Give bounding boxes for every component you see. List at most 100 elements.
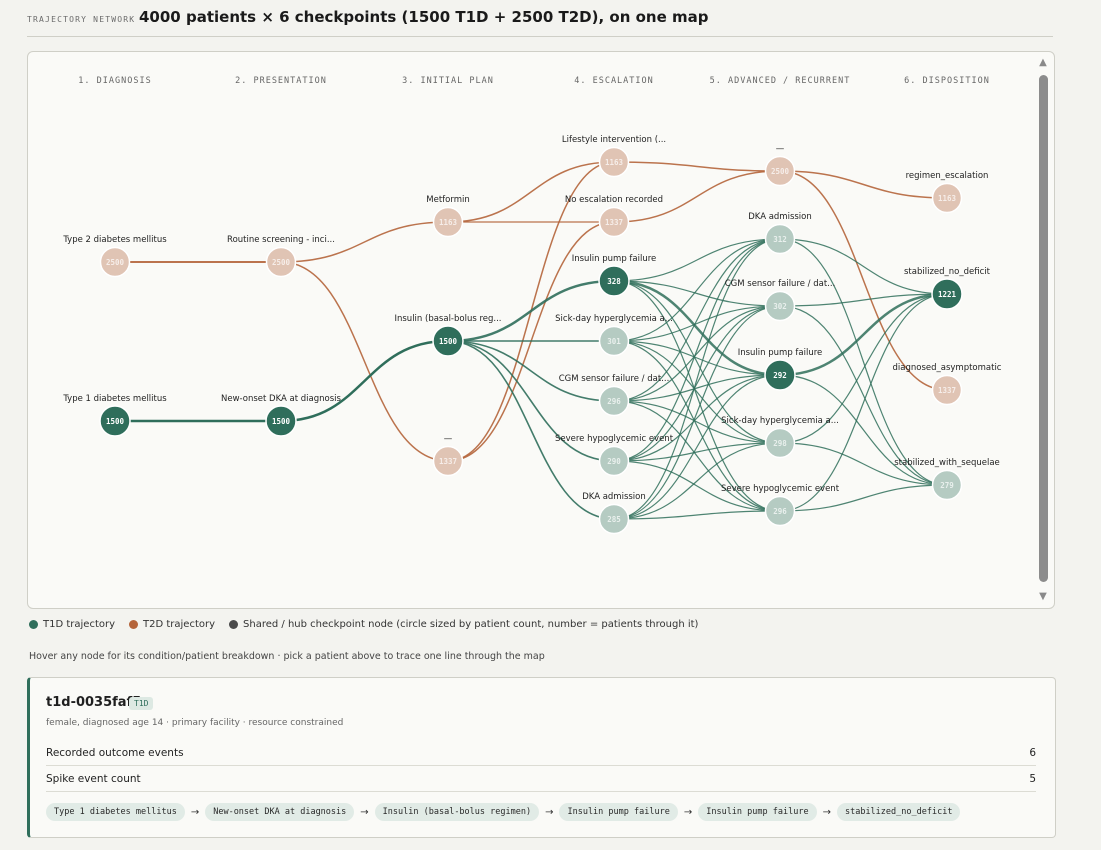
column-header: 3. INITIAL PLAN [402,76,494,86]
t1d-edge [447,340,615,402]
node-label: New-onset DKA at diagnosis [221,394,342,404]
node-count: 312 [773,235,787,244]
column-header: 1. DIAGNOSIS [78,76,151,86]
node-count: 290 [607,457,621,466]
trajectory-map: 1. DIAGNOSIS 2. PRESENTATION 3. INITIAL PL… [27,51,1055,609]
t1d-edge [447,279,615,343]
node-label: Sick-day hyperglycemia a... [555,314,673,324]
path-chip[interactable]: Insulin (basal-bolus regimen) [374,803,540,821]
node-count: 302 [773,302,787,311]
node-count: 296 [607,397,621,406]
node-label: Lifestyle intervention (... [562,135,666,145]
patient-card: t1d-0035faf5 T1D female, diagnosed age 1… [27,677,1056,838]
stat-value: 6 [1029,747,1036,759]
node-count: 1163 [938,194,957,203]
path-chip[interactable]: Insulin pump failure [559,803,678,821]
node-label: DKA admission [582,492,646,502]
patient-meta: female, diagnosed age 14 · primary facil… [46,718,344,728]
patient-type-badge: T1D [129,697,154,710]
legend-label-t2d: T2D trajectory [143,619,216,630]
node-count: 298 [773,439,787,448]
node-count: 1500 [439,337,458,346]
arrow-icon: → [822,806,831,818]
stat-row: Recorded outcome events 6 [46,743,1036,766]
legend-item-t2d: T2D trajectory [129,619,215,630]
node-count: 1337 [938,386,956,395]
column-header: 5. ADVANCED / RECURRENT [710,76,851,86]
t2d-edge [280,261,449,462]
scroll-up-arrow[interactable]: ▲ [1036,57,1050,69]
path-chip[interactable]: New-onset DKA at diagnosis [205,803,355,821]
legend-label-hub: Shared / hub checkpoint node (circle siz… [243,619,699,630]
stat-label: Spike event count [46,773,141,785]
node-label: stabilized_with_sequelae [894,458,1000,468]
node-label: Routine screening - inci... [227,235,335,245]
column-header: 4. ESCALATION [574,76,654,86]
arrow-icon: → [545,806,554,818]
t1d-edge [280,339,449,423]
node-label: No escalation recorded [565,195,663,205]
legend-label-t1d: T1D trajectory [43,619,116,630]
t1d-edge [779,374,948,486]
scrollbar-thumb[interactable] [1039,75,1048,582]
node-label: Severe hypoglycemic event [555,434,674,444]
node-label: Type 1 diabetes mellitus [62,394,167,404]
node-label: CGM sensor failure / dat... [725,279,836,289]
trajectory-network-svg: 1. DIAGNOSIS 2. PRESENTATION 3. INITIAL PL… [62,76,1002,535]
patient-path: Type 1 diabetes mellitus → New-onset DKA… [46,803,961,821]
legend-item-hub: Shared / hub checkpoint node (circle siz… [229,619,698,630]
node-label: Insulin (basal-bolus reg... [394,314,501,324]
node-label: diagnosed_asymptomatic [893,363,1002,373]
node-label: — [776,144,785,154]
page-header: TRAJECTORY NETWORK 4000 patients × 6 che… [27,8,1053,37]
column-header: 6. DISPOSITION [904,76,990,86]
node-label: DKA admission [748,212,812,222]
path-chip[interactable]: Insulin pump failure [698,803,817,821]
node-count: 2500 [771,167,790,176]
path-chip[interactable]: Type 1 diabetes mellitus [46,803,185,821]
legend: T1D trajectory T2D trajectory Shared / h… [29,619,698,630]
node-count: 1500 [106,417,125,426]
node-count: 285 [607,515,621,524]
node-count: 2500 [272,258,291,267]
node-label: Insulin pump failure [572,254,657,264]
node-count: 301 [607,337,621,346]
node-count: 279 [940,481,954,490]
t2d-dot-icon [129,620,139,629]
node-label: Severe hypoglycemic event [721,484,840,494]
node-count: 1163 [605,158,624,167]
stat-label: Recorded outcome events [46,747,184,759]
node-count: 1163 [439,218,458,227]
page-title: 4000 patients × 6 checkpoints (1500 T1D … [139,8,709,26]
node-count: 328 [607,277,621,286]
t1d-dot-icon [29,620,38,629]
node-label: — [444,434,453,444]
node-label: Type 2 diabetes mellitus [62,235,167,245]
node-count: 1337 [605,218,623,227]
t2d-edge [613,161,781,172]
patient-id: t1d-0035faf5 [46,695,142,710]
node-label: regimen_escalation [906,171,989,181]
node-label: Insulin pump failure [738,348,823,358]
node-label: stabilized_no_deficit [904,267,991,277]
scroll-down-arrow[interactable]: ▼ [1036,591,1050,603]
arrow-icon: → [360,806,369,818]
hover-hint: Hover any node for its condition/patient… [29,651,545,662]
arrow-icon: → [190,806,200,818]
stat-row: Spike event count 5 [46,769,1036,792]
node-count: 1221 [938,290,957,299]
arrow-icon: → [683,806,693,818]
hub-dot-icon [229,620,239,629]
node-count: 1500 [272,417,291,426]
node-label: CGM sensor failure / dat... [559,374,670,384]
node-label: Metformin [426,195,469,205]
node-label: Sick-day hyperglycemia a... [721,416,839,426]
node-count: 292 [773,371,787,380]
node-count: 2500 [106,258,125,267]
stat-value: 5 [1029,773,1036,785]
path-chip[interactable]: stabilized_no_deficit [836,803,961,821]
node-count: 1337 [439,457,457,466]
t1d-edge [613,340,781,376]
t2d-edge [447,161,615,223]
section-kicker: TRAJECTORY NETWORK [27,15,136,24]
